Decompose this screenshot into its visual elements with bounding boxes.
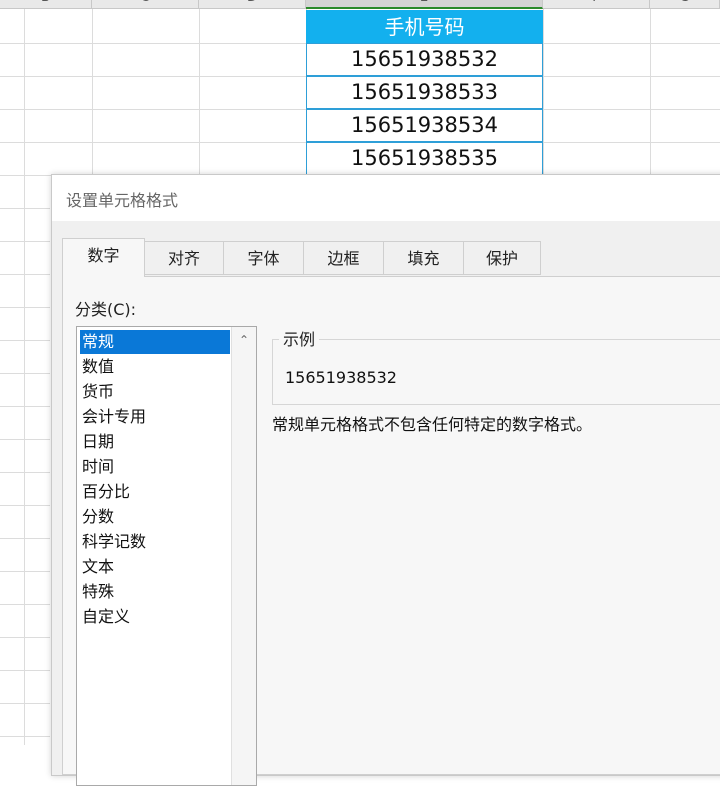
- tab-fill[interactable]: 填充: [383, 241, 464, 275]
- category-item-fraction[interactable]: 分数: [80, 505, 230, 529]
- format-description: 常规单元格格式不包含任何特定的数字格式。: [272, 415, 593, 434]
- column-header-label: D: [247, 0, 257, 5]
- category-listbox[interactable]: 常规 数值 货币 会计专用 日期 时间 百分比 分数 科学记数 文本 特殊 自定…: [76, 326, 257, 786]
- category-item-time[interactable]: 时间: [80, 455, 230, 479]
- category-item-general[interactable]: 常规: [80, 330, 230, 354]
- category-item-currency[interactable]: 货币: [80, 380, 230, 404]
- grid-line: [0, 340, 50, 341]
- column-header-e[interactable]: E: [306, 0, 543, 9]
- column-header-label: F: [592, 0, 599, 5]
- category-item-percentage[interactable]: 百分比: [80, 480, 230, 504]
- category-item-scientific[interactable]: 科学记数: [80, 530, 230, 554]
- grid-line: [0, 505, 50, 506]
- cell-phone-number[interactable]: 15651938532: [306, 43, 543, 76]
- dialog-titlebar[interactable]: 设置单元格格式: [52, 175, 720, 221]
- column-header-g[interactable]: G: [650, 0, 720, 9]
- category-item-special[interactable]: 特殊: [80, 580, 230, 604]
- category-item-date[interactable]: 日期: [80, 430, 230, 454]
- grid-line: [0, 406, 50, 407]
- chevron-up-icon[interactable]: ⌃: [236, 333, 252, 347]
- grid-line: [0, 604, 50, 605]
- grid-line: [0, 241, 50, 242]
- column-header-c[interactable]: C: [92, 0, 199, 9]
- tab-alignment[interactable]: 对齐: [144, 241, 224, 275]
- grid-line: [0, 538, 50, 539]
- category-item-custom[interactable]: 自定义: [80, 605, 230, 629]
- column-header-d[interactable]: D: [199, 0, 306, 9]
- tab-number[interactable]: 数字: [62, 238, 145, 277]
- category-item-accounting[interactable]: 会计专用: [80, 405, 230, 429]
- grid-line: [0, 274, 50, 275]
- category-item-number[interactable]: 数值: [80, 355, 230, 379]
- cell-phone-number[interactable]: 15651938534: [306, 109, 543, 142]
- grid-line: [0, 472, 50, 473]
- column-header-label: C: [140, 0, 149, 5]
- grid-line: [0, 307, 50, 308]
- list-scrollbar[interactable]: ⌃: [231, 327, 256, 785]
- number-tab-panel: 分类(C): 常规 数值 货币 会计专用 日期 时间 百分比 分数 科学记数 文…: [62, 276, 720, 786]
- tab-border[interactable]: 边框: [303, 241, 384, 275]
- format-cells-dialog: 设置单元格格式 数字 对齐 字体 边框 填充 保护 分类(C): 常规 数值 货…: [51, 174, 720, 786]
- grid-line: [0, 736, 50, 737]
- column-header-label: E: [420, 0, 428, 5]
- category-label: 分类(C):: [75, 300, 137, 319]
- grid-line: [0, 439, 50, 440]
- column-header-b[interactable]: B: [0, 0, 92, 9]
- sample-group: 示例 15651938532: [272, 326, 720, 405]
- sample-label: 示例: [279, 326, 320, 350]
- sample-value: 15651938532: [285, 368, 397, 387]
- grid-line: [0, 571, 50, 572]
- grid-line: [0, 670, 50, 671]
- category-item-text[interactable]: 文本: [80, 555, 230, 579]
- row-header-divider: [24, 9, 25, 745]
- column-header-label: B: [41, 0, 50, 5]
- tab-protection[interactable]: 保护: [463, 241, 541, 275]
- grid-line: [0, 703, 50, 704]
- grid-line: [0, 637, 50, 638]
- cell-phone-number[interactable]: 15651938533: [306, 76, 543, 109]
- cell-header-phone[interactable]: 手机号码: [306, 10, 543, 43]
- column-header-label: G: [679, 0, 689, 5]
- grid-line: [0, 373, 50, 374]
- grid-line: [0, 208, 50, 209]
- column-header-f[interactable]: F: [543, 0, 650, 9]
- cell-phone-number[interactable]: 15651938535: [306, 142, 543, 175]
- dialog-title: 设置单元格格式: [66, 191, 179, 210]
- tab-font[interactable]: 字体: [223, 241, 304, 275]
